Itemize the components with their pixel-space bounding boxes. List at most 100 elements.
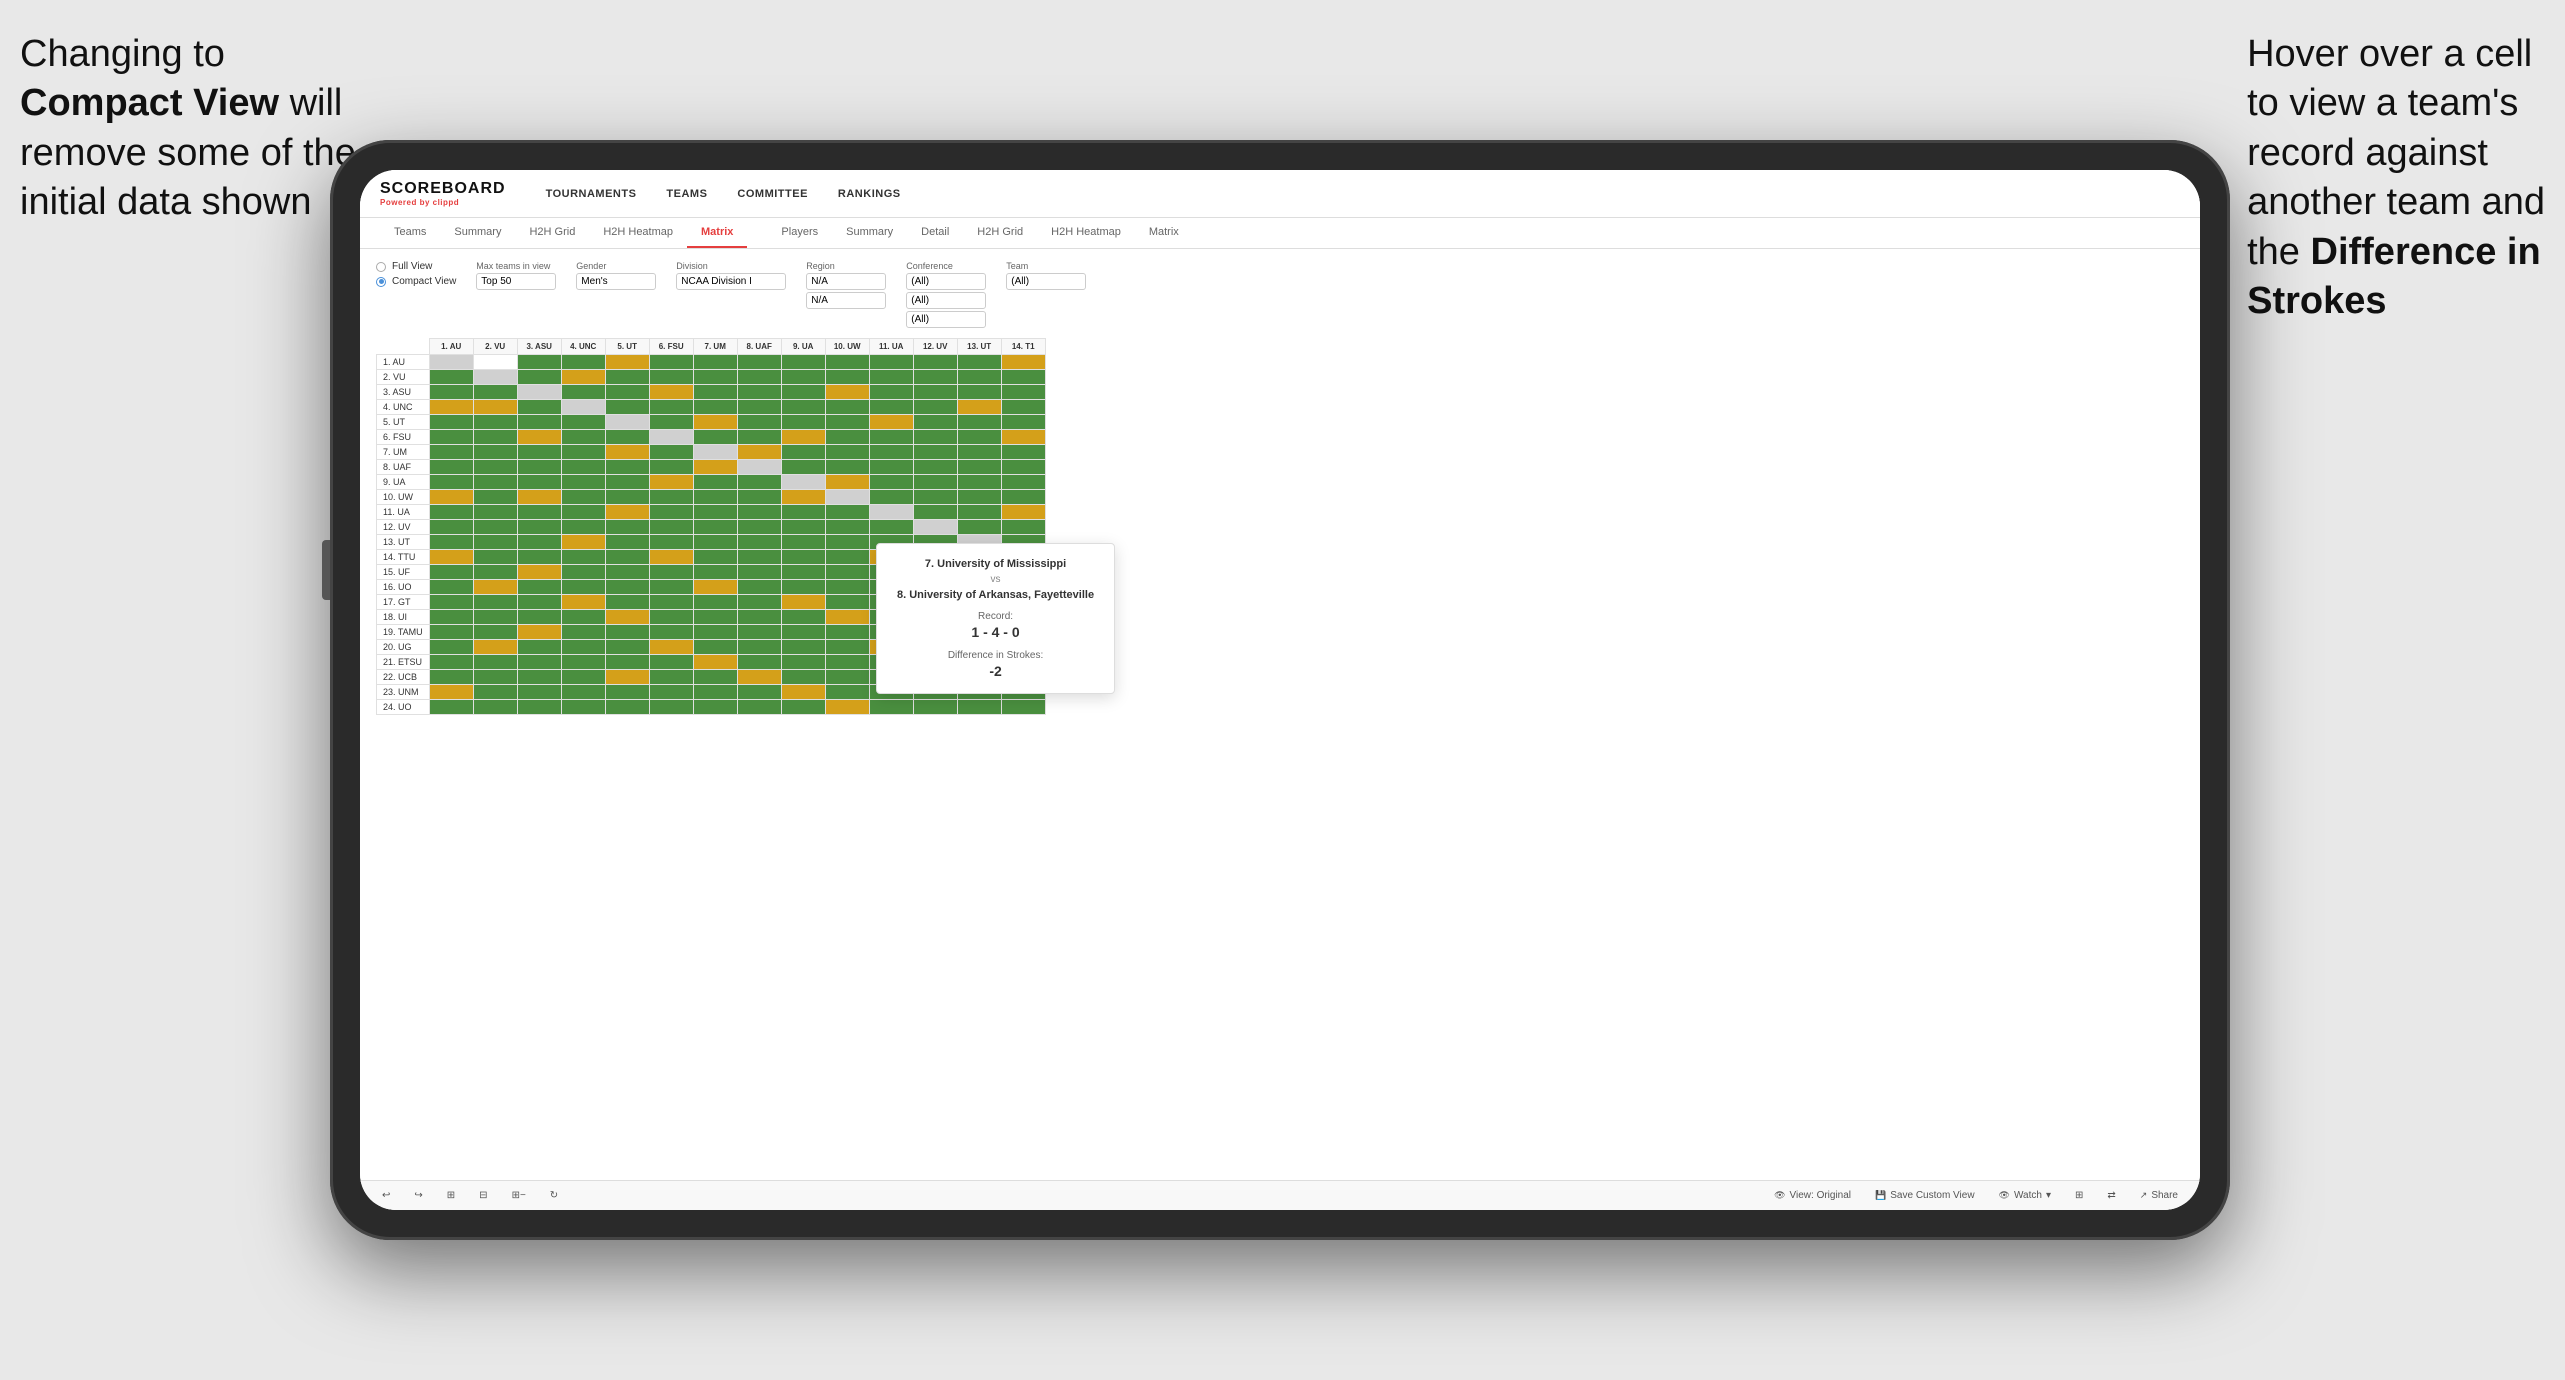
matrix-cell[interactable] [517, 640, 561, 655]
region-select2[interactable]: N/A [806, 292, 886, 309]
tab-players-h2h-grid[interactable]: H2H Grid [963, 218, 1037, 248]
matrix-cell[interactable] [473, 640, 517, 655]
matrix-cell[interactable] [1001, 505, 1045, 520]
conf-select2[interactable]: (All) [906, 292, 986, 309]
matrix-cell[interactable] [781, 655, 825, 670]
matrix-cell[interactable] [869, 445, 913, 460]
division-select[interactable]: NCAA Division I [676, 273, 786, 290]
matrix-cell[interactable] [693, 670, 737, 685]
matrix-cell[interactable] [781, 400, 825, 415]
matrix-cell[interactable] [517, 490, 561, 505]
full-view-option[interactable]: Full View [376, 261, 456, 272]
matrix-cell[interactable] [781, 535, 825, 550]
matrix-cell[interactable] [825, 370, 869, 385]
matrix-cell[interactable] [429, 550, 473, 565]
matrix-cell[interactable] [517, 445, 561, 460]
tb-btn1[interactable]: ⊞ [441, 1187, 461, 1204]
matrix-cell[interactable] [429, 565, 473, 580]
matrix-cell[interactable] [913, 460, 957, 475]
matrix-cell[interactable] [473, 595, 517, 610]
matrix-cell[interactable] [473, 520, 517, 535]
matrix-cell[interactable] [605, 550, 649, 565]
matrix-cell[interactable] [429, 475, 473, 490]
matrix-cell[interactable] [737, 655, 781, 670]
matrix-cell[interactable] [957, 490, 1001, 505]
compact-view-option[interactable]: Compact View [376, 276, 456, 287]
matrix-cell[interactable] [473, 445, 517, 460]
matrix-cell[interactable] [561, 625, 605, 640]
matrix-cell[interactable] [429, 370, 473, 385]
matrix-cell[interactable] [781, 430, 825, 445]
matrix-cell[interactable] [473, 700, 517, 715]
conf-select3[interactable]: (All) [906, 311, 986, 328]
full-view-radio[interactable] [376, 262, 386, 272]
matrix-cell[interactable] [957, 700, 1001, 715]
matrix-cell[interactable] [605, 430, 649, 445]
matrix-cell[interactable] [913, 430, 957, 445]
matrix-cell[interactable] [693, 580, 737, 595]
matrix-cell[interactable] [825, 685, 869, 700]
matrix-cell[interactable] [473, 685, 517, 700]
matrix-cell[interactable] [693, 385, 737, 400]
matrix-cell[interactable] [1001, 400, 1045, 415]
matrix-cell[interactable] [429, 520, 473, 535]
matrix-cell[interactable] [825, 520, 869, 535]
matrix-cell[interactable] [561, 550, 605, 565]
matrix-cell[interactable] [649, 580, 693, 595]
matrix-cell[interactable] [693, 430, 737, 445]
matrix-cell[interactable] [605, 385, 649, 400]
matrix-cell[interactable] [957, 460, 1001, 475]
matrix-cell[interactable] [693, 400, 737, 415]
matrix-cell[interactable] [473, 400, 517, 415]
matrix-cell[interactable] [737, 400, 781, 415]
matrix-cell[interactable] [649, 370, 693, 385]
matrix-cell[interactable] [913, 520, 957, 535]
matrix-cell[interactable] [693, 700, 737, 715]
matrix-cell[interactable] [781, 550, 825, 565]
matrix-cell[interactable] [1001, 490, 1045, 505]
matrix-cell[interactable] [957, 505, 1001, 520]
matrix-cell[interactable] [1001, 385, 1045, 400]
gender-select[interactable]: Men's [576, 273, 656, 290]
matrix-cell[interactable] [429, 640, 473, 655]
matrix-cell[interactable] [869, 505, 913, 520]
matrix-cell[interactable] [649, 640, 693, 655]
matrix-cell[interactable] [605, 475, 649, 490]
matrix-cell[interactable] [693, 535, 737, 550]
matrix-cell[interactable] [869, 430, 913, 445]
matrix-cell[interactable] [825, 595, 869, 610]
matrix-cell[interactable] [473, 565, 517, 580]
matrix-cell[interactable] [737, 595, 781, 610]
region-select[interactable]: N/A [806, 273, 886, 290]
matrix-cell[interactable] [737, 505, 781, 520]
matrix-cell[interactable] [825, 445, 869, 460]
matrix-cell[interactable] [517, 400, 561, 415]
matrix-cell[interactable] [649, 670, 693, 685]
matrix-cell[interactable] [429, 460, 473, 475]
matrix-cell[interactable] [869, 460, 913, 475]
tab-matrix[interactable]: Matrix [687, 218, 747, 248]
matrix-cell[interactable] [1001, 520, 1045, 535]
matrix-cell[interactable] [957, 415, 1001, 430]
matrix-cell[interactable] [517, 655, 561, 670]
matrix-cell[interactable] [781, 640, 825, 655]
matrix-cell[interactable] [473, 610, 517, 625]
matrix-cell[interactable] [473, 550, 517, 565]
tab-h2h-heatmap[interactable]: H2H Heatmap [589, 218, 687, 248]
save-custom-btn[interactable]: 💾 Save Custom View [1869, 1187, 1981, 1204]
matrix-cell[interactable] [957, 370, 1001, 385]
matrix-cell[interactable] [429, 580, 473, 595]
matrix-cell[interactable] [825, 655, 869, 670]
matrix-cell[interactable] [517, 595, 561, 610]
matrix-cell[interactable] [517, 475, 561, 490]
matrix-cell[interactable] [693, 355, 737, 370]
matrix-cell[interactable] [781, 670, 825, 685]
matrix-cell[interactable] [473, 625, 517, 640]
matrix-cell[interactable] [561, 595, 605, 610]
matrix-cell[interactable] [429, 490, 473, 505]
matrix-cell[interactable] [737, 610, 781, 625]
matrix-cell[interactable] [561, 610, 605, 625]
matrix-cell[interactable] [957, 475, 1001, 490]
matrix-cell[interactable] [649, 625, 693, 640]
matrix-cell[interactable] [561, 445, 605, 460]
